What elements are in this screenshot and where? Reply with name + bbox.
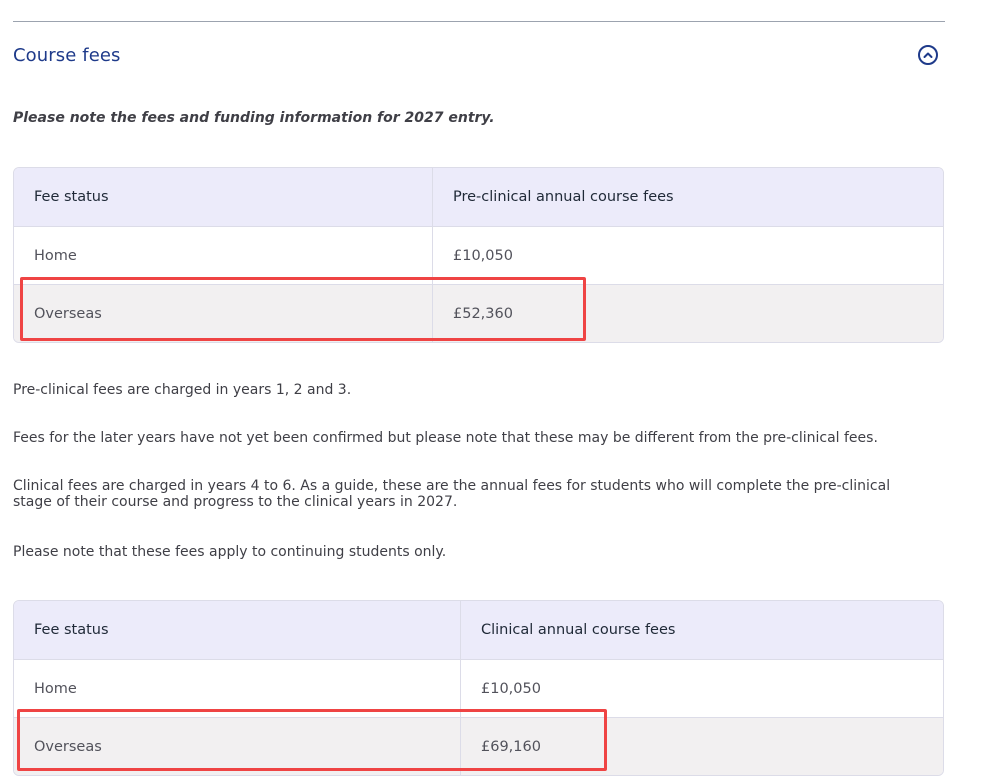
table-row: Home £10,050: [14, 659, 943, 717]
section-divider: [13, 21, 945, 22]
header-cell: Pre-clinical annual course fees: [453, 189, 674, 205]
section-title[interactable]: Course fees: [13, 45, 121, 67]
fee-amount-cell: £52,360: [453, 305, 513, 322]
paragraph: Please note that these fees apply to con…: [13, 544, 447, 560]
fee-status-cell: Home: [14, 227, 433, 284]
fee-status-cell: Overseas: [14, 285, 433, 342]
table-header-row: Fee status Pre-clinical annual course fe…: [14, 168, 943, 226]
collapse-toggle-button[interactable]: [918, 45, 938, 65]
fee-status-cell: Overseas: [14, 718, 461, 775]
fee-amount-cell: £69,160: [481, 738, 541, 755]
fees-note: Please note the fees and funding informa…: [13, 110, 495, 126]
fee-amount-cell: £10,050: [453, 247, 513, 264]
chevron-up-icon: [923, 52, 933, 58]
table-row: Home £10,050: [14, 226, 943, 284]
table-row: Overseas £52,360: [14, 284, 943, 342]
paragraph: Pre-clinical fees are charged in years 1…: [13, 382, 352, 398]
clinical-fees-table: Fee status Clinical annual course fees H…: [13, 600, 944, 776]
fee-status-cell: Home: [14, 660, 461, 717]
header-cell: Clinical annual course fees: [481, 622, 676, 638]
header-cell: Fee status: [14, 601, 461, 659]
fee-amount-cell: £10,050: [481, 680, 541, 697]
header-cell: Fee status: [14, 168, 433, 226]
table-header-row: Fee status Clinical annual course fees: [14, 601, 943, 659]
preclinical-fees-table: Fee status Pre-clinical annual course fe…: [13, 167, 944, 343]
paragraph: Clinical fees are charged in years 4 to …: [13, 478, 891, 510]
table-row: Overseas £69,160: [14, 717, 943, 775]
paragraph: Fees for the later years have not yet be…: [13, 430, 878, 446]
